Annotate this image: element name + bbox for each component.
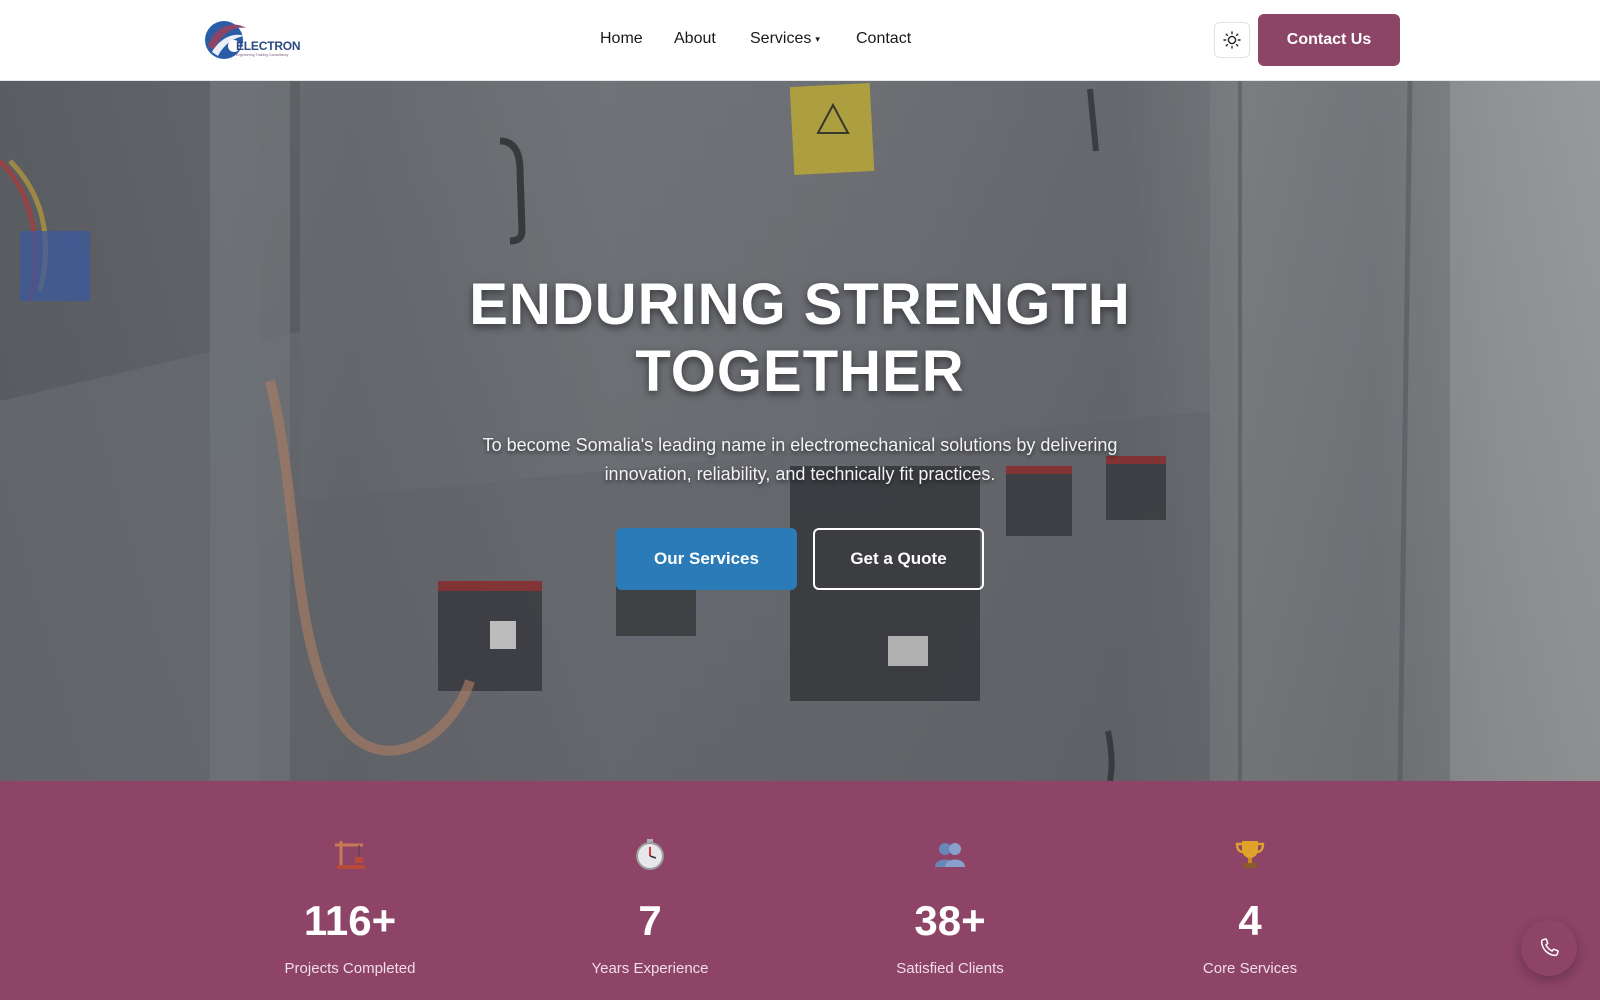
stat-value: 38+: [914, 897, 986, 944]
phone-icon: [1540, 938, 1559, 957]
stat-value: 7: [638, 897, 662, 944]
phone-call-button[interactable]: [1521, 920, 1577, 976]
stat-services: 4 Core Services: [1130, 781, 1370, 1000]
stat-label: Projects Completed: [284, 960, 416, 977]
nav-services-label: Services: [750, 30, 812, 47]
stat-label: Core Services: [1202, 960, 1298, 977]
nav-home-link[interactable]: Home: [600, 30, 643, 48]
hero-content: ENDURING STRENGTH TOGETHER To become Som…: [0, 81, 1600, 781]
stat-label: Satisfied Clients: [896, 960, 1004, 977]
stat-value: 4: [1238, 897, 1262, 944]
people-icon: [830, 837, 1070, 871]
construction-crane-icon: [230, 837, 470, 871]
stat-value: 116+: [303, 897, 397, 944]
get-a-quote-button[interactable]: Get a Quote: [813, 528, 984, 590]
stopwatch-icon: [530, 837, 770, 871]
our-services-button[interactable]: Our Services: [616, 528, 797, 590]
theme-toggle-button[interactable]: [1214, 22, 1250, 58]
trophy-icon: [1130, 837, 1370, 871]
stat-projects: 116+ Projects Completed: [230, 781, 470, 1000]
hero-subtitle: To become Somalia's leading name in elec…: [482, 435, 1118, 484]
hero-section: ENDURING STRENGTH TOGETHER To become Som…: [0, 81, 1600, 781]
stat-label: Years Experience: [591, 960, 709, 977]
contact-us-button[interactable]: Contact Us: [1258, 14, 1400, 66]
brand-logo[interactable]: ELECTRON Engineering Training Consultanc…: [204, 16, 301, 64]
sun-icon: [1223, 31, 1241, 49]
logo-wordmark: ELECTRON: [236, 39, 301, 53]
stats-section: 116+ Projects Completed 7 Years Experien…: [0, 781, 1600, 1000]
stat-clients: 38+ Satisfied Clients: [830, 781, 1070, 1000]
hero-title: ENDURING STRENGTH TOGETHER: [469, 272, 1131, 404]
nav-services-link[interactable]: Services ▾: [750, 30, 820, 48]
nav-contact-link[interactable]: Contact: [856, 30, 911, 48]
stat-years: 7 Years Experience: [530, 781, 770, 1000]
chevron-down-icon: ▾: [815, 34, 820, 44]
logo-tagline: Engineering Training Consultancy: [236, 53, 289, 57]
site-header: ELECTRON Engineering Training Consultanc…: [0, 0, 1600, 81]
nav-about-link[interactable]: About: [674, 30, 716, 48]
